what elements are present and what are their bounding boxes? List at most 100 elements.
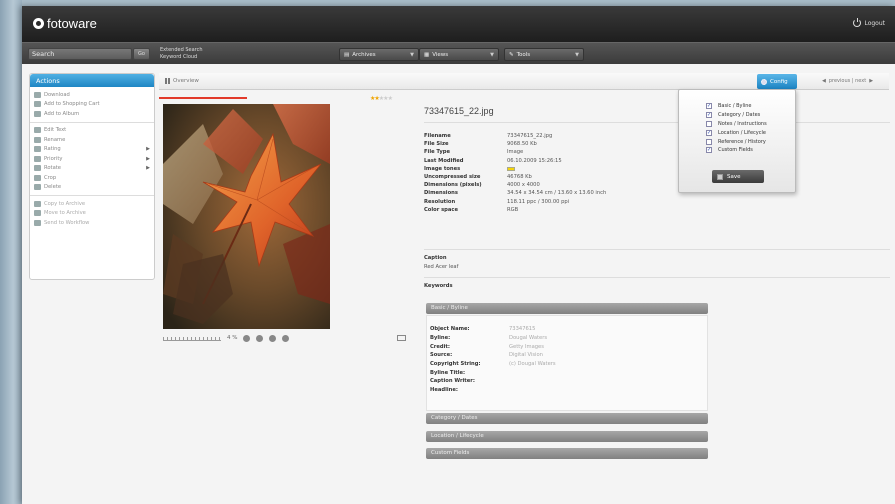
- star-icon[interactable]: ★: [388, 95, 393, 102]
- config-option[interactable]: ✓ Category / Dates: [706, 111, 767, 120]
- image-tone-swatch: [507, 166, 515, 171]
- move-to-archive-action[interactable]: Move to Archive: [34, 209, 150, 219]
- metadata-key: Color space: [424, 206, 458, 213]
- byline-field-row: Copyright String: (c) Dougal Waters: [427, 360, 707, 369]
- byline-field-key: Credit:: [430, 343, 450, 350]
- metadata-row: File Type Image: [424, 148, 606, 156]
- add-to-album-action[interactable]: Add to Album: [34, 109, 150, 119]
- add-to-cart-action[interactable]: Add to Shopping Cart: [34, 100, 150, 110]
- pager-label: previous | next: [828, 78, 867, 84]
- priority-action[interactable]: Priority ▶: [34, 154, 150, 164]
- section-basic-byline[interactable]: Basic / Byline: [426, 303, 708, 314]
- rename-action[interactable]: Rename: [34, 135, 150, 145]
- config-options: ✓ Basic / Byline ✓ Category / Dates Notes / …: [706, 102, 767, 155]
- logout-button[interactable]: Logout: [853, 18, 885, 27]
- action-label: Delete: [44, 184, 62, 191]
- fit-icon[interactable]: [269, 334, 277, 342]
- actions-panel: Actions Download Add to Shopping Cart Ad…: [29, 73, 155, 280]
- download-action[interactable]: Download: [34, 90, 150, 100]
- caption-label: Caption: [424, 255, 447, 261]
- metadata-key: Resolution: [424, 198, 456, 205]
- tools-menu[interactable]: ✎ Tools ▼: [504, 48, 584, 61]
- section-category-dates[interactable]: Category / Dates: [426, 413, 708, 424]
- action-label: Send to Workflow: [44, 219, 90, 226]
- send-to-workflow-action[interactable]: Send to Workflow: [34, 218, 150, 228]
- byline-field-row: Source: Digital Vision: [427, 351, 707, 360]
- config-button[interactable]: Config: [757, 74, 797, 89]
- metadata-row: Uncompressed size 46768 Kb: [424, 173, 606, 181]
- rating-action[interactable]: Rating ▶: [34, 145, 150, 155]
- image-toolbar: 4 %: [163, 333, 406, 343]
- save-button[interactable]: Save: [712, 170, 764, 183]
- checkbox[interactable]: ✓: [706, 112, 712, 119]
- config-option[interactable]: Notes / Instructions: [706, 120, 767, 129]
- checkbox[interactable]: ✓: [706, 147, 712, 154]
- byline-field-value[interactable]: Digital Vision: [509, 352, 543, 358]
- edit-text-action[interactable]: Edit Text: [34, 126, 150, 136]
- metadata-value: 34.54 x 34.54 cm / 13.60 x 13.60 inch: [507, 190, 607, 197]
- file-metadata: Filename 73347615_22.jpg File Size 9068.50 …: [424, 132, 606, 214]
- pencil-icon: [34, 127, 41, 134]
- rename-icon: [34, 136, 41, 143]
- chevron-down-icon: ▼: [575, 51, 579, 58]
- pager[interactable]: ◀ previous | next ▶: [822, 78, 873, 84]
- byline-field-value[interactable]: Dougal Waters: [509, 335, 547, 341]
- byline-field-value[interactable]: Getty Images: [509, 344, 544, 350]
- metadata-key: Uncompressed size: [424, 174, 481, 181]
- byline-field-row: Byline Title:: [427, 368, 707, 377]
- config-option[interactable]: ✓ Basic / Byline: [706, 102, 767, 111]
- config-option-label: Location / Lifecycle: [718, 129, 766, 136]
- delete-action[interactable]: Delete: [34, 183, 150, 193]
- checkbox[interactable]: [706, 120, 712, 127]
- byline-field-key: Caption Writer:: [430, 378, 475, 385]
- archives-menu[interactable]: ▤ Archives ▼: [339, 48, 419, 61]
- checkbox[interactable]: ✓: [706, 103, 712, 110]
- gear-icon: [761, 78, 767, 85]
- actions-group-edit: Edit Text Rename Rating ▶ Priority ▶ Rotat…: [30, 123, 154, 196]
- action-label: Download: [44, 91, 70, 98]
- action-label: Crop: [44, 174, 57, 181]
- chevron-down-icon: ▼: [490, 51, 494, 58]
- rating-stars[interactable]: ★★★★★: [370, 95, 393, 102]
- fullscreen-icon[interactable]: [397, 335, 406, 341]
- copy-to-archive-action[interactable]: Copy to Archive: [34, 199, 150, 209]
- checkbox[interactable]: ✓: [706, 129, 712, 136]
- workflow-icon: [34, 219, 41, 226]
- extended-search-link[interactable]: Extended Search: [160, 47, 203, 54]
- priority-icon: [34, 155, 41, 162]
- checkbox[interactable]: [706, 138, 712, 145]
- fullsize-icon[interactable]: [282, 334, 290, 342]
- search-input[interactable]: Search: [28, 48, 132, 60]
- config-option[interactable]: ✓ Custom Fields: [706, 146, 767, 155]
- byline-field-key: Byline Title:: [430, 369, 466, 376]
- metadata-value: Image: [507, 149, 524, 156]
- section-location-lifecycle[interactable]: Location / Lifecycle: [426, 431, 708, 442]
- fotoware-logo: fotoware: [33, 16, 97, 31]
- zoom-slider[interactable]: [163, 336, 221, 341]
- views-menu[interactable]: ▦ Views ▼: [419, 48, 499, 61]
- download-icon: [34, 91, 41, 98]
- action-label: Priority: [44, 155, 63, 162]
- zoom-out-icon[interactable]: [256, 334, 264, 342]
- app-name: fotoware: [47, 16, 97, 31]
- keyword-cloud-link[interactable]: Keyword Cloud: [160, 54, 203, 61]
- zoom-in-icon[interactable]: [243, 334, 251, 342]
- chevron-left-icon: ◀: [822, 78, 826, 84]
- overview-tab[interactable]: Overview: [165, 78, 199, 84]
- views-label: Views: [432, 51, 449, 58]
- config-option[interactable]: ✓ Location / Lifecycle: [706, 128, 767, 137]
- config-option[interactable]: Reference / History: [706, 137, 767, 146]
- config-popup: ✓ Basic / Byline ✓ Category / Dates Notes / …: [678, 89, 796, 193]
- byline-field-row: Caption Writer:: [427, 377, 707, 386]
- rotate-action[interactable]: Rotate ▶: [34, 164, 150, 174]
- byline-field-value[interactable]: (c) Dougal Waters: [509, 361, 556, 367]
- byline-field-value[interactable]: 73347615: [509, 326, 535, 332]
- crop-action[interactable]: Crop: [34, 173, 150, 183]
- search-go-button[interactable]: Go: [133, 48, 150, 60]
- save-icon: [717, 173, 723, 180]
- section-custom-fields[interactable]: Custom Fields: [426, 448, 708, 459]
- preview-image[interactable]: [163, 104, 330, 329]
- archives-icon: ▤: [344, 51, 350, 58]
- action-label: Rename: [44, 136, 66, 143]
- action-label: Copy to Archive: [44, 200, 86, 207]
